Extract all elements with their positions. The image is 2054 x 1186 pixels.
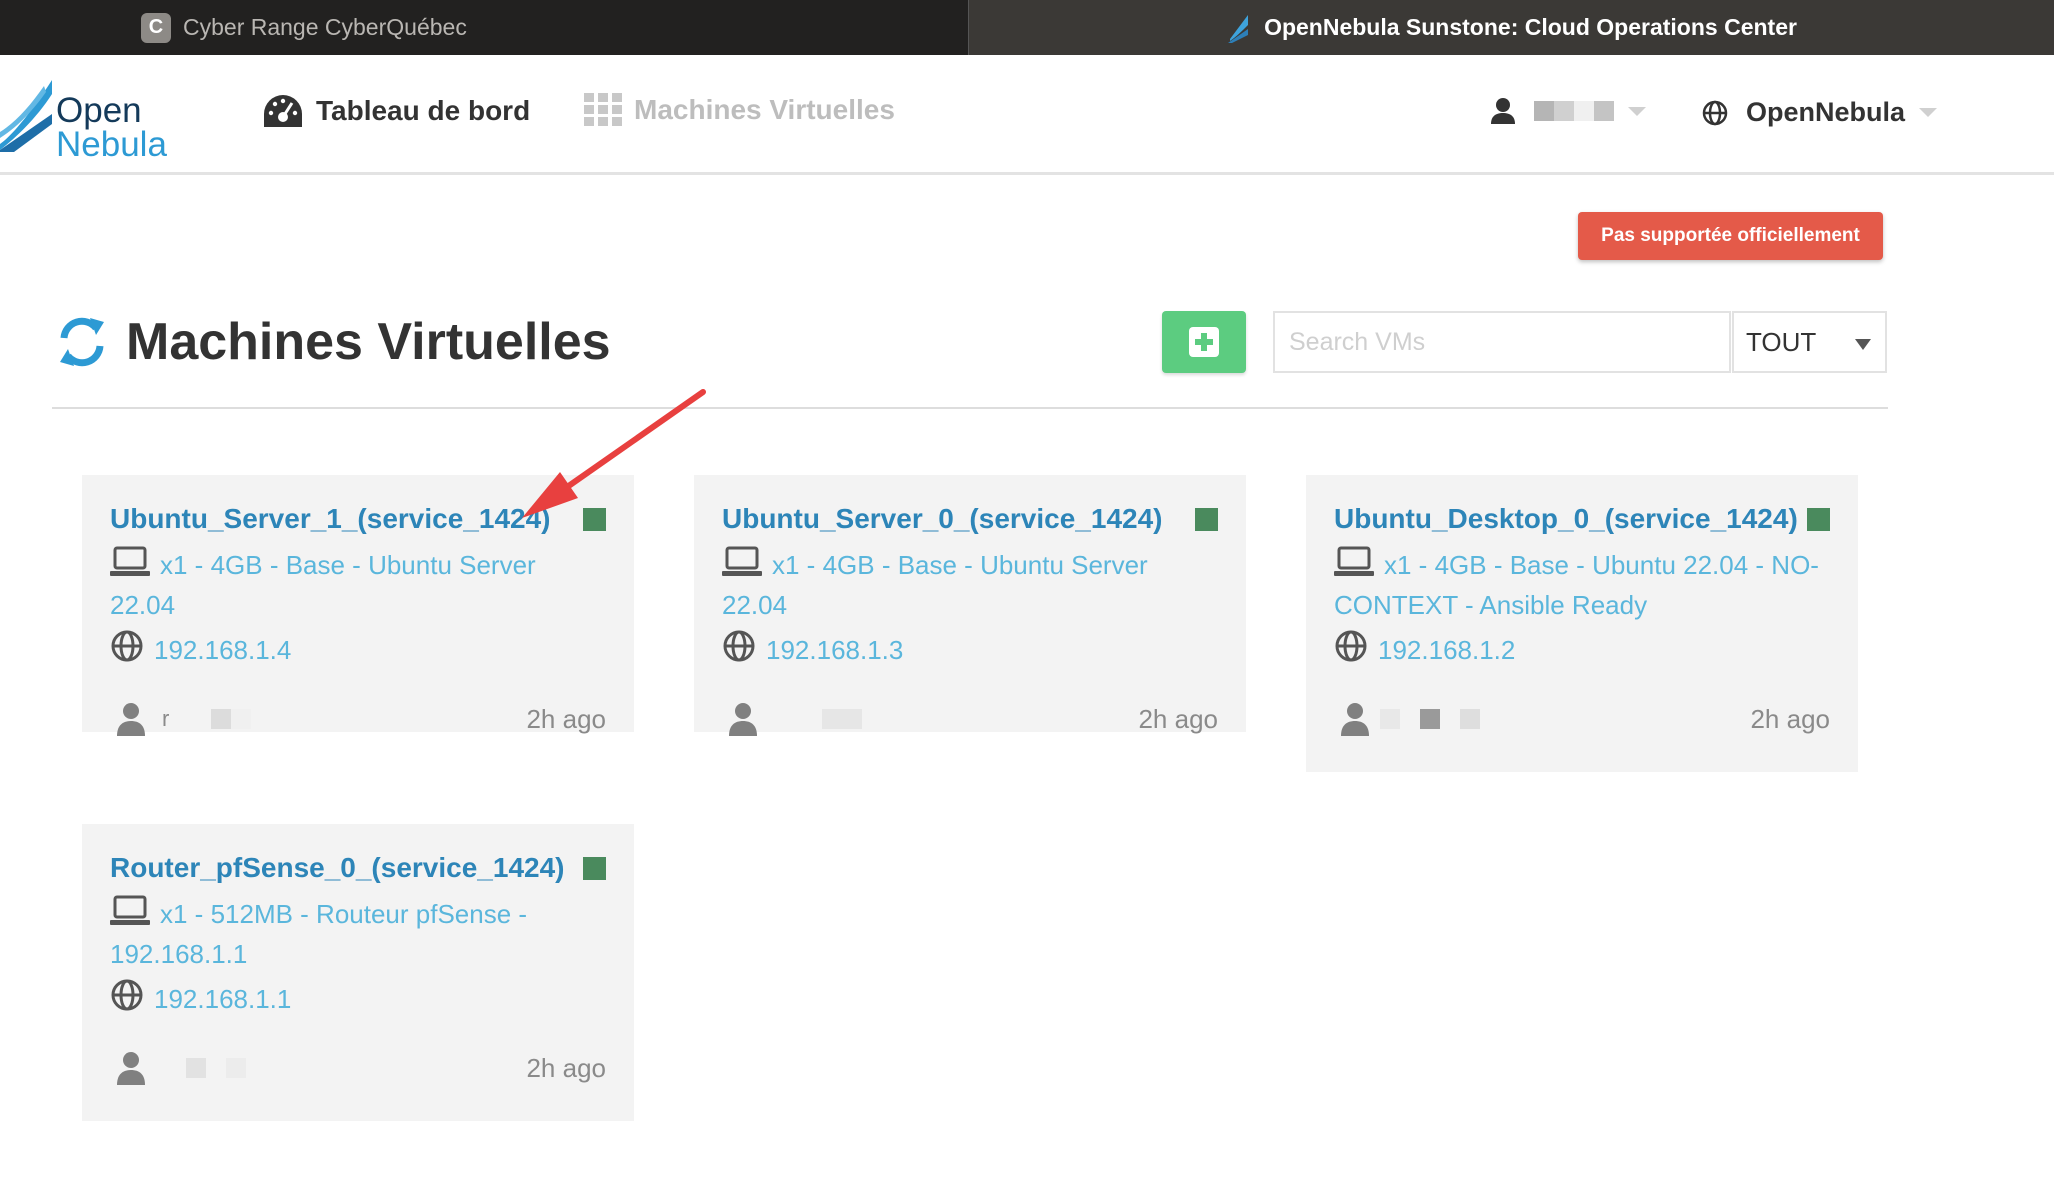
vm-card[interactable]: Router_pfSense_0_(service_1424) x1 - 512… bbox=[82, 824, 634, 1121]
chevron-down-icon bbox=[1919, 108, 1938, 117]
vm-state-indicator bbox=[1195, 507, 1218, 531]
redacted-username bbox=[1534, 101, 1614, 121]
vm-template: x1 - 4GB - Base - Ubuntu 22.04 - NO-CONT… bbox=[1334, 550, 1819, 620]
laptop-icon bbox=[722, 546, 762, 576]
opennebula-logo-icon bbox=[0, 80, 52, 152]
cyber-range-favicon-icon: C bbox=[141, 12, 171, 43]
title-divider bbox=[52, 407, 1888, 409]
vm-ip: 192.168.1.3 bbox=[766, 635, 904, 665]
vm-owner bbox=[1334, 702, 1480, 736]
redacted-owner bbox=[186, 1058, 206, 1078]
user-menu[interactable] bbox=[1490, 97, 1646, 125]
redacted-owner bbox=[211, 709, 232, 729]
vm-name-link[interactable]: Ubuntu_Server_1_(service_1424) bbox=[110, 503, 550, 535]
page-title: Machines Virtuelles bbox=[56, 312, 611, 372]
vm-age: 2h ago bbox=[1138, 703, 1218, 734]
globe-icon bbox=[1702, 100, 1728, 125]
vm-template: x1 - 512MB - Routeur pfSense - 192.168.1… bbox=[110, 899, 528, 969]
laptop-icon bbox=[110, 546, 150, 576]
search-vms-input[interactable] bbox=[1273, 311, 1731, 373]
nav-label: Machines Virtuelles bbox=[634, 94, 895, 125]
owner-initial: r bbox=[162, 706, 170, 731]
nav-machines-virtuelles[interactable]: Machines Virtuelles bbox=[584, 93, 895, 127]
redacted-owner bbox=[822, 709, 862, 729]
opennebula-favicon-icon bbox=[1226, 13, 1250, 43]
filter-select[interactable]: TOUT bbox=[1732, 311, 1887, 373]
page-title-text: Machines Virtuelles bbox=[126, 313, 611, 371]
vm-card[interactable]: Ubuntu_Server_0_(service_1424) x1 - 4GB … bbox=[694, 475, 1246, 736]
vm-name-link[interactable]: Ubuntu_Desktop_0_(service_1424) bbox=[1334, 503, 1798, 535]
create-vm-button[interactable] bbox=[1162, 311, 1246, 373]
laptop-icon bbox=[1334, 546, 1374, 576]
vm-name-link[interactable]: Ubuntu_Server_0_(service_1424) bbox=[722, 503, 1162, 535]
user-icon bbox=[117, 1052, 145, 1085]
laptop-icon bbox=[110, 895, 150, 925]
user-icon bbox=[729, 703, 757, 736]
tab-title: OpenNebula Sunstone: Cloud Operations Ce… bbox=[1264, 14, 1797, 40]
vm-ip: 192.168.1.1 bbox=[154, 984, 292, 1014]
zone-label: OpenNebula bbox=[1746, 97, 1906, 127]
user-icon bbox=[1491, 98, 1515, 124]
vm-age: 2h ago bbox=[526, 703, 606, 734]
vm-ip: 192.168.1.2 bbox=[1378, 635, 1516, 665]
browser-tab-bar: C Cyber Range CyberQuébec OpenNebula Sun… bbox=[0, 0, 2054, 55]
globe-icon bbox=[1335, 630, 1367, 662]
chevron-down-icon bbox=[1628, 106, 1646, 116]
vm-owner bbox=[110, 1051, 246, 1085]
logo-wordmark: Open Nebula bbox=[56, 91, 167, 164]
vm-template: x1 - 4GB - Base - Ubuntu Server 22.04 bbox=[722, 550, 1148, 620]
zone-menu[interactable]: OpenNebula bbox=[1702, 97, 1938, 128]
unsupported-badge[interactable]: Pas supportée officiellement bbox=[1578, 212, 1883, 260]
logo-line-nebula: Nebula bbox=[56, 125, 167, 164]
chevron-down-icon bbox=[1855, 339, 1871, 350]
browser-tab-opennebula[interactable]: OpenNebula Sunstone: Cloud Operations Ce… bbox=[968, 0, 2054, 55]
filter-select-value: TOUT bbox=[1746, 326, 1817, 357]
vm-age: 2h ago bbox=[526, 1052, 606, 1083]
vm-owner: r bbox=[110, 702, 252, 736]
vm-state-indicator bbox=[1807, 507, 1830, 531]
nav-label: Tableau de bord bbox=[316, 95, 531, 126]
opennebula-logo[interactable]: Open Nebula bbox=[0, 74, 190, 162]
globe-icon bbox=[111, 979, 143, 1011]
browser-tab-cyber-range[interactable]: C Cyber Range CyberQuébec bbox=[0, 0, 968, 55]
vm-state-indicator bbox=[583, 856, 606, 880]
vm-age: 2h ago bbox=[1750, 703, 1830, 734]
vm-template: x1 - 4GB - Base - Ubuntu Server 22.04 bbox=[110, 550, 536, 620]
vm-owner bbox=[722, 702, 862, 736]
plus-square-icon bbox=[1189, 327, 1219, 357]
vm-ip: 192.168.1.4 bbox=[154, 635, 292, 665]
vm-state-indicator bbox=[583, 507, 606, 531]
vm-card[interactable]: Ubuntu_Desktop_0_(service_1424) x1 - 4GB… bbox=[1306, 475, 1858, 772]
logo-line-open: Open bbox=[56, 91, 142, 130]
dashboard-icon bbox=[264, 95, 302, 127]
grid-icon bbox=[584, 93, 622, 126]
globe-icon bbox=[723, 630, 755, 662]
app-header: Open Nebula Tableau de bord Machines Vir… bbox=[0, 55, 2054, 175]
user-icon bbox=[1341, 703, 1369, 736]
tab-title: Cyber Range CyberQuébec bbox=[183, 14, 467, 40]
vm-name-link[interactable]: Router_pfSense_0_(service_1424) bbox=[110, 852, 564, 884]
refresh-icon[interactable] bbox=[56, 316, 108, 368]
nav-tableau-de-bord[interactable]: Tableau de bord bbox=[262, 93, 530, 129]
vm-card[interactable]: Ubuntu_Server_1_(service_1424) x1 - 4GB … bbox=[82, 475, 634, 736]
globe-icon bbox=[111, 630, 143, 662]
redacted-owner bbox=[1380, 709, 1400, 729]
user-icon bbox=[117, 703, 145, 736]
